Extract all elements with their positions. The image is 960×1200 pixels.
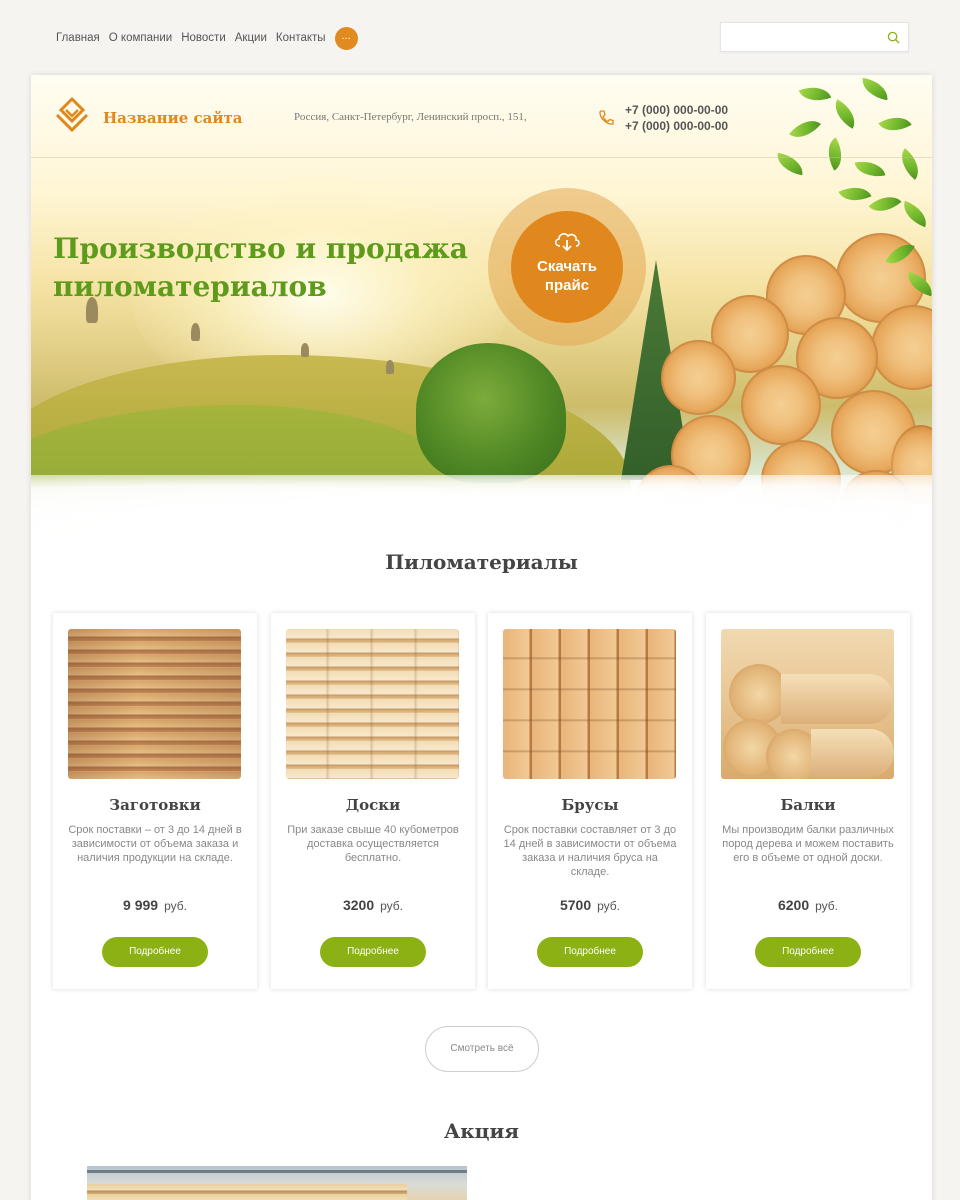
product-name[interactable]: Доски [271,796,475,814]
view-all-button[interactable]: Смотреть всё [425,1026,539,1072]
hero-title: Производство и продажа пиломатериалов [53,232,468,303]
product-name[interactable]: Брусы [488,796,692,814]
product-description: При заказе свыше 40 кубометров доставка … [287,824,459,864]
products-grid: Заготовки Срок поставки – от 3 до 14 дне… [53,613,911,991]
search-input[interactable] [721,23,881,51]
products-section-title: Пиломатериалы [385,550,578,574]
top-navigation: Главная О компании Новости Акции Контакт… [56,26,358,50]
company-address: Россия, Санкт-Петербург, Ленинский просп… [294,111,527,123]
product-name[interactable]: Балки [706,796,910,814]
search-icon[interactable] [887,31,900,44]
nav-item-news[interactable]: Новости [181,32,226,44]
product-details-button[interactable]: Подробнее [102,937,208,967]
product-description: Срок поставки составляет от 3 до 14 дней… [503,824,677,878]
product-image[interactable] [721,629,894,779]
product-price: 9 999 руб. [123,897,187,913]
hero-banner: Название сайта Россия, Санкт-Петербург, … [31,75,932,535]
product-details-button[interactable]: Подробнее [755,937,861,967]
phone-numbers: +7 (000) 000-00-00 +7 (000) 000-00-00 [625,102,728,134]
site-logo[interactable] [53,97,91,135]
phone-number-1[interactable]: +7 (000) 000-00-00 [625,102,728,118]
more-menu-button[interactable]: ... [334,26,358,50]
product-card: Заготовки Срок поставки – от 3 до 14 дне… [53,613,257,989]
tree-image [416,343,566,483]
product-image[interactable] [503,629,676,779]
product-details-button[interactable]: Подробнее [537,937,643,967]
search-box [720,22,909,52]
product-card: Доски При заказе свыше 40 кубометров дос… [271,613,475,989]
nav-item-promotions[interactable]: Акции [235,32,267,44]
product-card: Брусы Срок поставки составляет от 3 до 1… [488,613,692,989]
product-image[interactable] [286,629,459,779]
nav-item-home[interactable]: Главная [56,32,100,44]
nav-item-about[interactable]: О компании [109,32,172,44]
nav-item-contacts[interactable]: Контакты [276,32,326,44]
header-divider [31,157,932,158]
product-description: Срок поставки – от 3 до 14 дней в зависи… [68,824,242,864]
product-description: Мы производим балки различных пород дере… [722,824,894,864]
product-details-button[interactable]: Подробнее [320,937,426,967]
product-price: 6200 руб. [777,897,839,913]
promo-section-title: Акция [443,1119,520,1143]
main-content-card: Название сайта Россия, Санкт-Петербург, … [31,75,932,1200]
promo-image[interactable] [87,1166,467,1200]
product-price: 3200 руб. [342,897,404,913]
phone-icon [599,110,614,125]
site-name[interactable]: Название сайта [103,109,242,127]
leaves-image [761,75,932,315]
product-card: Балки Мы производим балки различных поро… [706,613,910,989]
product-name[interactable]: Заготовки [53,796,257,814]
phone-number-2[interactable]: +7 (000) 000-00-00 [625,118,728,134]
product-image[interactable] [68,629,241,779]
product-price: 5700 руб. [559,897,621,913]
download-price-button[interactable]: Скачать прайс [511,211,623,323]
cloud-download-icon [554,233,580,252]
